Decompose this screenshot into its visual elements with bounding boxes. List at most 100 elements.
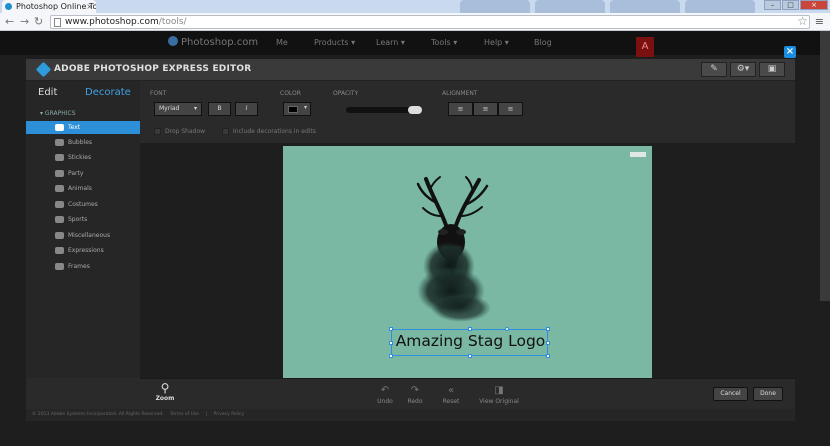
tab-edit[interactable]: Edit (38, 87, 57, 98)
color-preview (288, 106, 298, 113)
rotate-handle[interactable] (505, 327, 509, 331)
background-tab[interactable] (685, 0, 755, 13)
resize-handle[interactable] (468, 327, 472, 331)
redo-icon: ↷ (410, 385, 420, 396)
maximize-icon[interactable]: □ (782, 0, 799, 10)
align-center-icon[interactable]: ≡ (473, 102, 498, 116)
express-editor: ADOBE PHOTOSHOP EXPRESS EDITOR ✎ ⚙▾ ▣ Ed… (26, 59, 795, 421)
align-right-icon[interactable]: ≡ (498, 102, 523, 116)
resize-handle[interactable] (389, 354, 393, 358)
compare-icon: ◨ (494, 385, 504, 396)
nav-me[interactable]: Me (276, 38, 288, 47)
opacity-label: OPACITY (333, 90, 359, 97)
expression-icon (55, 247, 64, 254)
footer-separator: | (205, 412, 208, 417)
graphics-group-header[interactable]: ▾ GRAPHICS (40, 110, 76, 117)
fullscreen-icon[interactable]: ▣ (759, 62, 785, 77)
drop-shadow-checkbox[interactable]: Drop Shadow (154, 128, 205, 135)
color-label: COLOR (280, 90, 301, 97)
resize-handle[interactable] (389, 327, 393, 331)
background-tab[interactable] (535, 0, 605, 13)
zoom-button[interactable]: ⚲ Zoom (153, 382, 177, 403)
gear-icon[interactable]: ⚙▾ (730, 62, 756, 77)
resize-handle[interactable] (546, 327, 550, 331)
privacy-link[interactable]: Privacy Policy (213, 412, 244, 417)
bold-button[interactable]: B (208, 102, 231, 116)
dots-icon (55, 232, 64, 239)
tab-close-icon[interactable]: × (86, 0, 93, 13)
category-frames[interactable]: Frames (26, 260, 140, 273)
align-left-icon[interactable]: ≡ (448, 102, 473, 116)
paw-icon (55, 185, 64, 192)
editor-close-icon[interactable]: × (784, 46, 796, 58)
cancel-button[interactable]: Cancel (713, 387, 748, 401)
category-bubbles[interactable]: Bubbles (26, 136, 140, 149)
photoshop-express-icon (35, 61, 52, 78)
italic-button[interactable]: I (235, 102, 258, 116)
page-scrollbar[interactable] (820, 31, 830, 301)
nav-learn[interactable]: Learn ▾ (376, 38, 405, 47)
brush-icon[interactable]: ✎ (701, 62, 727, 77)
category-stickies[interactable]: Stickies (26, 151, 140, 164)
nav-products[interactable]: Products ▾ (314, 38, 355, 47)
category-animals[interactable]: Animals (26, 182, 140, 195)
opacity-slider[interactable] (346, 106, 422, 114)
copyright-text: © 2013 Adobe Systems Incorporated. All R… (32, 412, 164, 417)
opacity-slider-handle[interactable] (408, 106, 422, 114)
category-costumes[interactable]: Costumes (26, 198, 140, 211)
watermark-badge (630, 152, 646, 157)
nav-help[interactable]: Help ▾ (484, 38, 509, 47)
done-button[interactable]: Done (753, 387, 783, 401)
editor-footer: © 2013 Adobe Systems Incorporated. All R… (26, 409, 795, 421)
browser-menu-icon[interactable]: ≡ (815, 15, 824, 28)
adobe-logo-icon[interactable]: A (636, 37, 654, 57)
site-logo[interactable]: Photoshop.com (168, 36, 258, 48)
font-dropdown[interactable]: Myriad ▾ (154, 102, 202, 116)
photo-canvas[interactable]: Amazing Stag Logo (283, 146, 652, 378)
background-tab[interactable] (610, 0, 680, 13)
browser-tab[interactable]: Photoshop Online Tools × (2, 0, 96, 13)
category-text[interactable]: Text (26, 121, 140, 134)
minimize-icon[interactable]: – (764, 0, 781, 10)
window-close-icon[interactable]: × (800, 0, 828, 10)
frame-icon (55, 263, 64, 270)
tab-decorate[interactable]: Decorate (85, 87, 131, 98)
bottom-toolbar: ↶ Undo ↷ Redo «Reset ◨ View Original (140, 378, 795, 409)
address-bar[interactable]: www.photoshop.com/tools/ (50, 15, 810, 29)
mask-icon (55, 201, 64, 208)
browser-tab-bar: Photoshop Online Tools × – □ × (0, 0, 830, 13)
include-decorations-checkbox[interactable]: Include decorations in edits (222, 128, 316, 135)
nav-blog[interactable]: Blog (534, 38, 552, 47)
font-label: FONT (150, 90, 167, 97)
category-party[interactable]: Party (26, 167, 140, 180)
back-arrow-icon[interactable]: ← (5, 16, 14, 28)
editor-title: ADOBE PHOTOSHOP EXPRESS EDITOR (54, 64, 252, 74)
forward-arrow-icon[interactable]: → (20, 16, 29, 28)
nav-tools[interactable]: Tools ▾ (431, 38, 457, 47)
checkbox-box (222, 128, 229, 135)
left-panel: Edit Decorate ▾ GRAPHICS Text Bubbles St… (26, 81, 140, 378)
window-controls: – □ × (764, 0, 828, 11)
photoshop-logo-icon (168, 36, 178, 46)
resize-handle[interactable] (468, 354, 472, 358)
category-miscellaneous[interactable]: Miscellaneous (26, 229, 140, 242)
category-expressions[interactable]: Expressions (26, 244, 140, 257)
browser-toolbar: ← → ↻ www.photoshop.com/tools/ ☆ ≡ (0, 13, 830, 31)
background-tab[interactable] (460, 0, 530, 13)
reset-button[interactable]: «Reset (431, 385, 471, 405)
canvas-text[interactable]: Amazing Stag Logo (392, 332, 549, 350)
left-bottom-bar (26, 378, 140, 409)
bookmark-star-icon[interactable]: ☆ (797, 14, 808, 28)
resize-handle[interactable] (546, 354, 550, 358)
photoshop-favicon-icon (5, 3, 12, 10)
category-sports[interactable]: Sports (26, 213, 140, 226)
checkbox-box (154, 128, 161, 135)
text-selection-box[interactable]: Amazing Stag Logo (389, 327, 550, 358)
text-color-swatch[interactable]: ▾ (283, 102, 311, 116)
redo-button[interactable]: ↷ Redo (395, 385, 435, 405)
reload-icon[interactable]: ↻ (34, 16, 43, 28)
terms-link[interactable]: Terms of Use (170, 412, 199, 417)
alignment-label: ALIGNMENT (442, 90, 478, 97)
view-original-button[interactable]: ◨ View Original (474, 385, 524, 405)
url-host: www.photoshop.com (65, 17, 159, 27)
